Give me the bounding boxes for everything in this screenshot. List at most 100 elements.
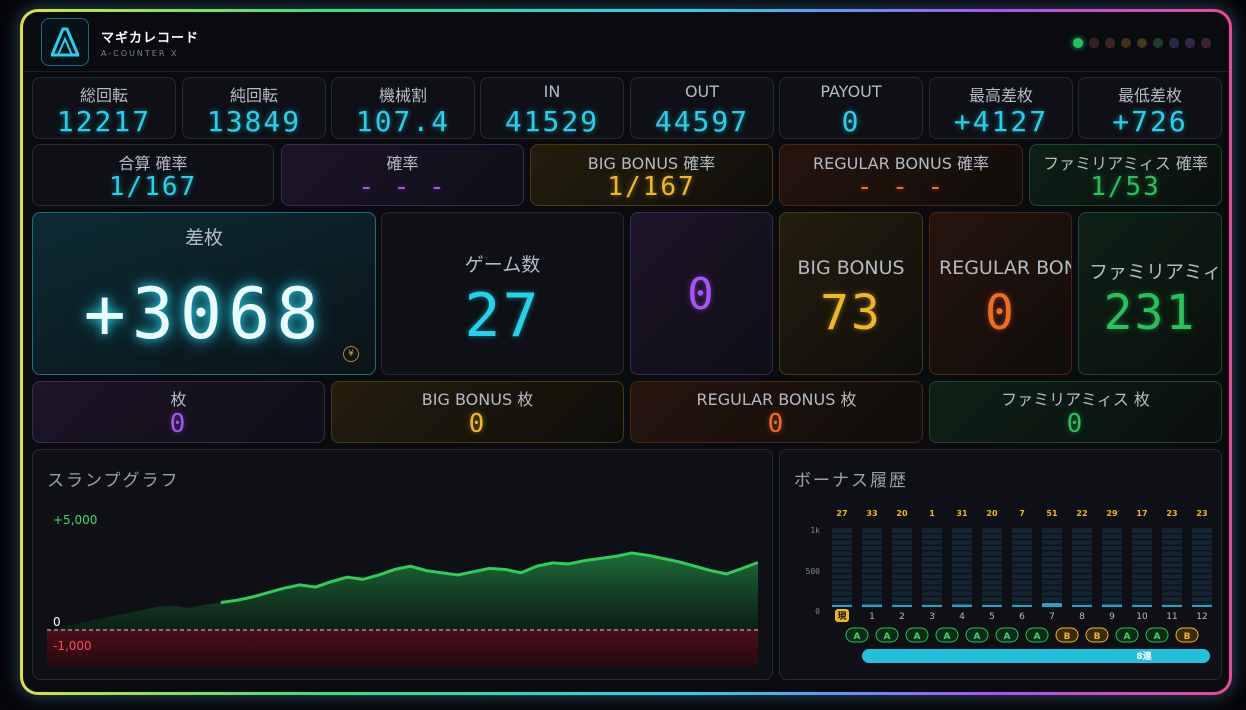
stat-card: PAYOUT 0	[779, 77, 923, 139]
stat-label: 最高差枚	[968, 86, 1033, 105]
y-label-zero: 0	[53, 615, 61, 629]
bonus-games-label: 23	[1166, 509, 1177, 518]
bonus-index-label: 10	[1136, 612, 1148, 622]
bonus-index-label: 3	[929, 612, 935, 622]
medal-label: 枚	[170, 390, 187, 409]
medal-card: ファミリアミィス 枚0	[929, 381, 1222, 443]
stat-label: IN	[543, 82, 561, 101]
stat-card: OUT 44597	[630, 77, 774, 139]
games-card: ゲーム数 27	[381, 212, 624, 375]
status-dot	[1105, 38, 1115, 48]
probability-value: - - -	[856, 172, 946, 202]
diff-label: 差枚	[184, 227, 223, 249]
bonus-type-label: B	[1094, 632, 1101, 642]
y-axis-label: 500	[806, 567, 821, 576]
slump-chart: +5,000 0 -1,000	[47, 513, 759, 666]
bonus-type-label: A	[1004, 632, 1011, 642]
bonus-index-label: 12	[1196, 612, 1207, 622]
stat-value: 107.4	[355, 105, 451, 138]
stat-label: OUT	[684, 82, 720, 101]
bonus-games-label: 33	[866, 509, 877, 518]
regular-bonus-value: 0	[985, 285, 1016, 341]
bonus-games-label: 23	[1196, 509, 1207, 518]
bonus-type-label: A	[854, 632, 861, 642]
bonus-bar-fill	[952, 604, 972, 607]
stat-label: PAYOUT	[820, 82, 882, 101]
blank-card: 0	[630, 212, 773, 375]
stat-value: 44597	[654, 105, 750, 138]
medal-value: 0	[468, 409, 487, 439]
app-subtitle: A-COUNTER X	[101, 49, 179, 58]
bonus-games-label: 7	[1019, 509, 1025, 518]
probability-label: REGULAR BONUS 確率	[813, 154, 989, 173]
slump-panel: スランプグラフ +5,000 0 -1,000	[32, 449, 773, 680]
streak-fill	[862, 649, 1210, 663]
medal-value: 0	[1066, 409, 1085, 439]
bonus-type-label: B	[1184, 632, 1191, 642]
stat-card: 総回転 12217	[32, 77, 176, 139]
probability-label: 確率	[386, 154, 419, 173]
bonus-bar-fill	[922, 605, 942, 607]
probability-value: 1/53	[1090, 172, 1161, 202]
status-dot	[1169, 38, 1179, 48]
stat-card: 最高差枚 +4127	[929, 77, 1073, 139]
y-axis-label: 0	[815, 607, 820, 616]
bonus-index-label: 6	[1019, 612, 1025, 622]
app-title: マギカレコード	[101, 31, 200, 46]
probability-card: REGULAR BONUS 確率 - - -	[779, 144, 1023, 206]
y-label-top: +5,000	[53, 513, 97, 527]
stat-card: IN 41529	[480, 77, 624, 139]
diff-card: 差枚 +3068 ¥	[32, 212, 376, 375]
probability-card: 合算 確率 1/167	[32, 144, 274, 206]
regular-bonus-card: REGULAR BONUS 0	[929, 212, 1072, 375]
bonus-history-panel: ボーナス履歴 1k 500 0 27 現 33 1 20 2 1 3 31 4 20 5 7 6 51 7 22 8 29…	[779, 449, 1222, 680]
bonus-index-label: 8	[1079, 612, 1085, 622]
stat-value: 41529	[504, 105, 600, 138]
bonus-bar-fill	[1042, 603, 1062, 607]
bonus-games-label: 22	[1076, 509, 1087, 518]
bonus-bar-fill	[1102, 604, 1122, 607]
status-dot	[1121, 38, 1131, 48]
y-label-bottom: -1,000	[53, 639, 92, 653]
bonus-bar-fill	[1012, 605, 1032, 607]
bonus-type-label: A	[974, 632, 981, 642]
logo-icon	[41, 18, 89, 66]
medal-card: REGULAR BONUS 枚0	[630, 381, 923, 443]
stat-card: 最低差枚 +726	[1078, 77, 1222, 139]
bonus-type-label: A	[944, 632, 951, 642]
bonus-bar-fill	[892, 605, 912, 607]
stat-value: +4127	[953, 105, 1049, 138]
bonus-index-label: 9	[1109, 612, 1115, 622]
bonus-type-label: A	[914, 632, 921, 642]
medal-card: BIG BONUS 枚0	[331, 381, 624, 443]
status-dot	[1073, 38, 1083, 48]
slump-area	[47, 553, 758, 630]
familiar-value: 231	[1103, 285, 1197, 341]
bonus-games-label: 31	[956, 509, 968, 518]
big-bonus-card: BIG BONUS 73	[779, 212, 923, 375]
stat-label: 機械割	[378, 86, 427, 105]
bonus-games-label: 51	[1046, 509, 1058, 518]
coin-icon: ¥	[343, 346, 359, 362]
header: マギカレコード A-COUNTER X	[23, 12, 1229, 72]
probability-value: 1/167	[607, 172, 696, 202]
bonus-type-label: A	[1154, 632, 1161, 642]
blank-value: 0	[687, 269, 716, 320]
big-bonus-label: BIG BONUS	[797, 257, 905, 279]
bonus-bar-fill	[862, 604, 882, 607]
medal-label: BIG BONUS 枚	[421, 390, 534, 409]
diff-value: +3068	[83, 273, 325, 355]
bonus-type-label: A	[1034, 632, 1041, 642]
stat-label: 純回転	[229, 86, 278, 105]
probability-value: 1/167	[108, 172, 198, 202]
probability-card: BIG BONUS 確率 1/167	[530, 144, 773, 206]
bonus-index-label: 4	[959, 612, 965, 622]
probability-label: BIG BONUS 確率	[587, 154, 716, 173]
bonus-games-label: 29	[1106, 509, 1118, 518]
bonus-bar-fill	[1072, 605, 1092, 607]
stat-value: +726	[1112, 105, 1188, 138]
y-axis-label: 1k	[810, 526, 820, 535]
familiar-label: ファミリアミィス	[1089, 261, 1222, 283]
bonus-bar-fill	[982, 605, 1002, 607]
bonus-index-label: 5	[989, 612, 995, 622]
